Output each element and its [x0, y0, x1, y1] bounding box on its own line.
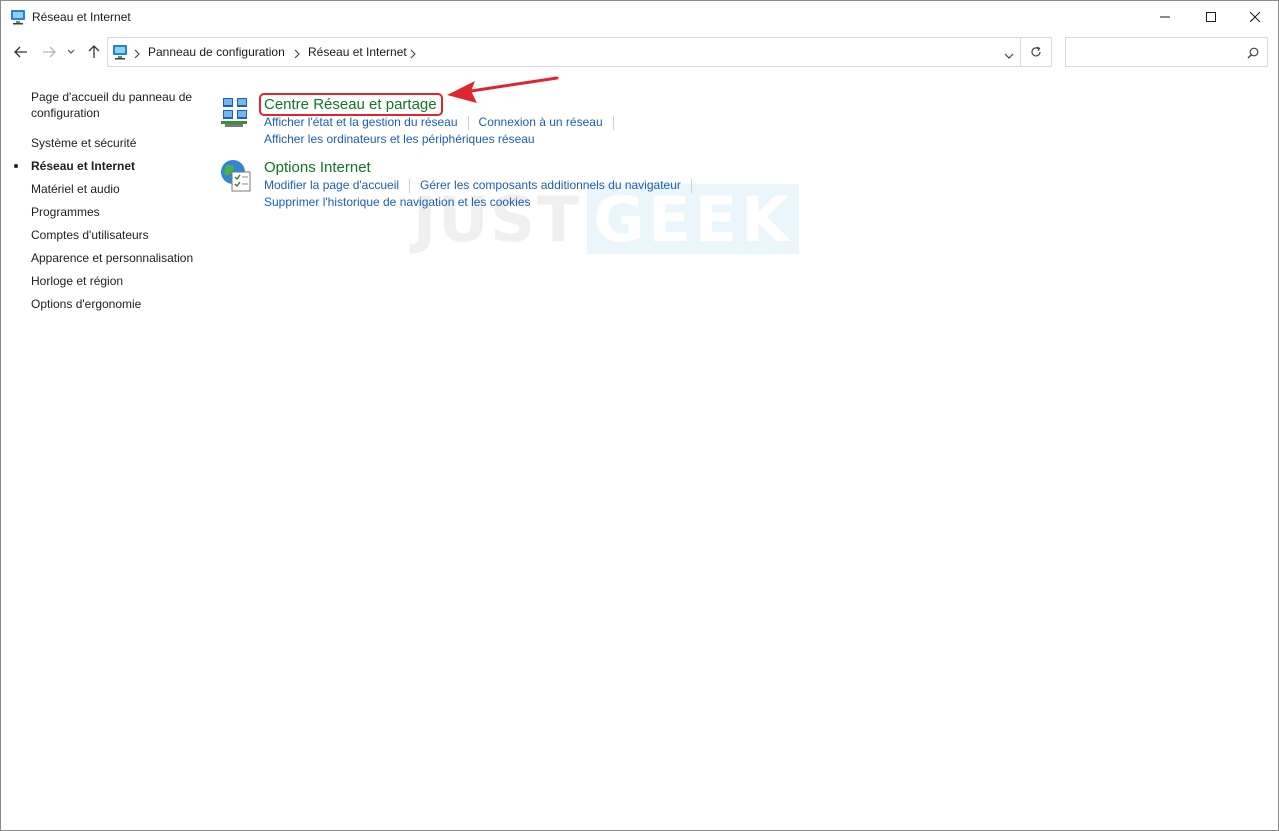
delete-browsing-history-link[interactable]: Supprimer l'historique de navigation et … [264, 195, 530, 209]
sidebar-item-label: Options d'ergonomie [31, 297, 142, 311]
address-dropdown-chevron-down-icon[interactable] [1004, 47, 1014, 59]
category-list: Système et sécurité Réseau et Internet M… [14, 135, 206, 319]
chevron-right-icon[interactable] [410, 46, 418, 59]
refresh-button[interactable] [1020, 37, 1052, 67]
up-button[interactable] [84, 42, 104, 62]
minimize-button[interactable] [1142, 1, 1188, 32]
sidebar-item-systeme-securite[interactable]: Système et sécurité [31, 135, 206, 158]
close-button[interactable] [1232, 1, 1278, 32]
refresh-icon [1030, 46, 1041, 57]
watermark-geek-box: GEEK [587, 182, 799, 256]
chevron-right-icon[interactable] [294, 46, 302, 59]
sidebar-item-horloge[interactable]: Horloge et région [31, 273, 206, 296]
sidebar-item-label: Horloge et région [31, 274, 124, 288]
active-bullet-icon [14, 164, 18, 168]
control-panel-window: Réseau et Internet Panneau de configurat… [0, 0, 1279, 831]
link-divider [409, 178, 411, 193]
change-homepage-link[interactable]: Modifier la page d'accueil [264, 178, 399, 192]
internet-options-title[interactable]: Options Internet [264, 159, 371, 176]
sidebar-item-ergonomie[interactable]: Options d'ergonomie [31, 296, 206, 319]
address-bar[interactable]: Panneau de configuration Réseau et Inter… [107, 37, 1021, 67]
network-center-links-row-1: Afficher l'état et la gestion du réseau C… [264, 115, 624, 130]
sidebar-item-programmes[interactable]: Programmes [31, 204, 206, 227]
navigation-bar: Panneau de configuration Réseau et Inter… [1, 36, 1278, 68]
network-center-links-row-2: Afficher les ordinateurs et les périphér… [264, 132, 535, 146]
link-divider [467, 115, 469, 130]
internet-options-links-row-1: Modifier la page d'accueil Gérer les comp… [264, 178, 702, 193]
link-divider [612, 115, 614, 130]
sidebar-item-label: Apparence et personnalisation [31, 251, 194, 265]
annotation-highlight-box [259, 93, 443, 116]
view-network-computers-link[interactable]: Afficher les ordinateurs et les périphér… [264, 132, 535, 146]
control-panel-home-link[interactable]: Page d'accueil du panneau de configurati… [31, 89, 201, 121]
network-center-icon[interactable] [219, 96, 253, 130]
network-center-title[interactable]: Centre Réseau et partage [259, 93, 443, 116]
manage-addons-link[interactable]: Gérer les composants additionnels du nav… [420, 178, 681, 192]
link-divider [690, 178, 692, 193]
sidebar-item-label: Comptes d'utilisateurs [31, 228, 149, 242]
internet-options-icon[interactable] [219, 159, 253, 193]
breadcrumb-panneau[interactable]: Panneau de configuration [148, 45, 285, 59]
watermark-geek: GEEK [593, 182, 793, 256]
network-icon [10, 9, 26, 25]
network-icon [112, 44, 128, 60]
view-network-status-link[interactable]: Afficher l'état et la gestion du réseau [264, 115, 458, 129]
watermark-just: JUST [413, 182, 582, 256]
recent-locations-chevron-down-icon[interactable] [64, 42, 78, 62]
back-button[interactable] [11, 42, 31, 62]
sidebar-item-label: Matériel et audio [31, 182, 120, 196]
connect-to-network-link[interactable]: Connexion à un réseau [479, 115, 603, 129]
sidebar-item-materiel-audio[interactable]: Matériel et audio [31, 181, 206, 204]
breadcrumb-reseau[interactable]: Réseau et Internet [308, 45, 407, 59]
internet-options-links-row-2: Supprimer l'historique de navigation et … [264, 195, 530, 209]
chevron-right-icon[interactable] [134, 46, 142, 59]
sidebar-item-label: Réseau et Internet [31, 159, 136, 173]
maximize-button[interactable] [1188, 1, 1234, 32]
title-bar: Réseau et Internet [1, 1, 1278, 32]
sidebar-item-label: Système et sécurité [31, 136, 137, 150]
sidebar-item-label: Programmes [31, 205, 100, 219]
sidebar-item-comptes[interactable]: Comptes d'utilisateurs [31, 227, 206, 250]
window-title: Réseau et Internet [32, 10, 131, 24]
sidebar-item-apparence[interactable]: Apparence et personnalisation [31, 250, 206, 273]
sidebar-item-reseau-internet[interactable]: Réseau et Internet [14, 158, 206, 181]
search-icon [1247, 46, 1259, 64]
annotation-arrow-icon [447, 76, 559, 103]
search-input[interactable] [1065, 37, 1268, 67]
left-navigation-pane: Page d'accueil du panneau de configurati… [14, 89, 206, 319]
forward-button[interactable] [39, 42, 59, 62]
